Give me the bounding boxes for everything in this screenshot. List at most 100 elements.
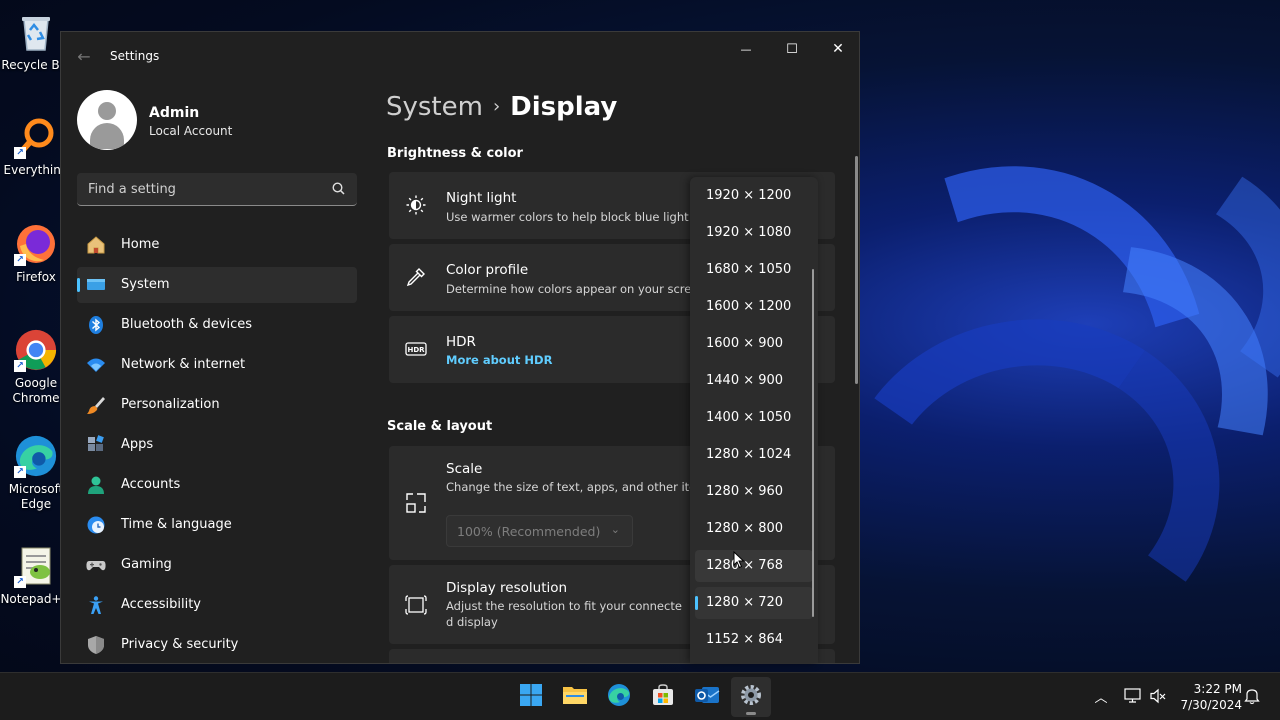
- taskbar-edge[interactable]: [599, 677, 639, 717]
- taskbar-clock[interactable]: 3:22 PM 7/30/2024: [1176, 681, 1242, 713]
- breadcrumb-parent[interactable]: System: [386, 92, 483, 122]
- section-title-scale-layout: Scale & layout: [387, 419, 493, 434]
- notepadpp-icon: ↗: [14, 544, 58, 588]
- chevron-down-icon: ⌄: [610, 523, 620, 536]
- sidebar-item-privacy-security[interactable]: Privacy & security: [77, 627, 357, 663]
- resolution-option-label: 1280 × 720: [706, 595, 784, 610]
- hdr-icon: HDR: [405, 338, 427, 360]
- sidebar-item-network[interactable]: Network & internet: [77, 347, 357, 383]
- eyedropper-icon: [405, 266, 427, 288]
- sidebar-item-personalization[interactable]: Personalization: [77, 387, 357, 423]
- resolution-option-label: 1600 × 1200: [706, 299, 792, 314]
- sidebar-item-label: Gaming: [121, 557, 172, 572]
- resolution-option[interactable]: 1280 × 960: [695, 476, 813, 508]
- sidebar-item-bluetooth[interactable]: Bluetooth & devices: [77, 307, 357, 343]
- sidebar-item-label: Time & language: [121, 517, 232, 532]
- sidebar-item-label: Apps: [121, 437, 154, 452]
- search-input[interactable]: Find a setting: [77, 173, 357, 206]
- close-button[interactable]: ✕: [815, 32, 859, 66]
- sidebar-item-accounts[interactable]: Accounts: [77, 467, 357, 503]
- title-bar[interactable]: ← Settings — ☐ ✕: [61, 32, 859, 80]
- scale-dropdown[interactable]: 100% (Recommended) ⌄: [446, 515, 633, 547]
- file-explorer-icon: [562, 684, 588, 710]
- gamepad-icon: [86, 555, 106, 575]
- scale-selected-value: 100% (Recommended): [457, 524, 601, 539]
- sidebar-item-label: System: [121, 277, 170, 292]
- mouse-cursor-icon: [733, 550, 745, 569]
- sidebar-item-apps[interactable]: Apps: [77, 427, 357, 463]
- home-icon: [86, 235, 106, 255]
- display-resolution-desc-line2: d display: [446, 615, 498, 629]
- resolution-option[interactable]: 1680 × 1050: [695, 254, 813, 286]
- resolution-option[interactable]: 1920 × 1080: [695, 217, 813, 249]
- sidebar-item-system[interactable]: System: [77, 267, 357, 303]
- resolution-option[interactable]: 1600 × 1200: [695, 291, 813, 323]
- resolution-option[interactable]: 1400 × 1050: [695, 402, 813, 434]
- content-scrollbar[interactable]: [855, 156, 858, 384]
- start-button[interactable]: [511, 677, 551, 717]
- resolution-option-selected[interactable]: 1280 × 720: [695, 587, 813, 619]
- time-language-icon: [86, 515, 106, 535]
- edge-icon: ↗: [14, 434, 58, 478]
- back-button[interactable]: ←: [73, 46, 95, 68]
- resolution-option[interactable]: 1920 × 1200: [695, 180, 813, 212]
- page-title: Display: [510, 92, 618, 122]
- resolution-option-label: 1920 × 1200: [706, 188, 792, 203]
- sidebar-item-home[interactable]: Home: [77, 227, 357, 263]
- breadcrumb-separator: ›: [492, 96, 501, 117]
- sidebar-item-label: Network & internet: [121, 357, 246, 372]
- resolution-option[interactable]: 1600 × 900: [695, 328, 813, 360]
- svg-text:HDR: HDR: [407, 346, 425, 354]
- taskbar-outlook[interactable]: [687, 677, 727, 717]
- resolution-option-label: 1280 × 1024: [706, 447, 792, 462]
- taskbar-settings[interactable]: [731, 677, 771, 717]
- search-icon: [331, 181, 347, 197]
- volume-muted-icon[interactable]: [1149, 687, 1167, 705]
- hdr-link[interactable]: More about HDR: [446, 353, 552, 367]
- store-icon: [651, 683, 675, 711]
- start-icon: [519, 683, 543, 711]
- maximize-button[interactable]: ☐: [769, 32, 815, 66]
- avatar: [77, 90, 137, 150]
- brush-icon: [86, 395, 106, 415]
- show-hidden-icons-button[interactable]: ︿: [1092, 687, 1110, 706]
- scale-title: Scale: [446, 461, 483, 477]
- minimize-icon: —: [740, 42, 752, 56]
- bluetooth-icon: [86, 315, 106, 335]
- sidebar-item-time-language[interactable]: Time & language: [77, 507, 357, 543]
- firefox-icon: ↗: [14, 222, 58, 266]
- taskbar-store[interactable]: [643, 677, 683, 717]
- notifications-bell-icon[interactable]: [1243, 687, 1261, 705]
- wifi-icon: [86, 355, 106, 375]
- resolution-option-label: 1920 × 1080: [706, 225, 792, 240]
- resolution-option[interactable]: 1280 × 800: [695, 513, 813, 545]
- resolution-option[interactable]: 1152 × 864: [695, 624, 813, 656]
- chevron-up-icon: ︿: [1094, 690, 1108, 706]
- resolution-option-label: 1280 × 800: [706, 521, 784, 536]
- resolution-option[interactable]: 1440 × 900: [695, 365, 813, 397]
- sidebar-item-accessibility[interactable]: Accessibility: [77, 587, 357, 623]
- resolution-option-hovered[interactable]: 1280 × 768: [695, 550, 813, 582]
- resolution-dropdown-list[interactable]: 1920 × 1200 1920 × 1080 1680 × 1050 1600…: [690, 177, 818, 663]
- recycle-bin-icon: [14, 10, 58, 54]
- edge-icon: [607, 683, 631, 711]
- chrome-icon: ↗: [14, 328, 58, 372]
- sun-icon: [405, 194, 427, 216]
- window-title: Settings: [110, 49, 160, 63]
- sidebar-nav: Home System Bluetooth & devices Network …: [77, 227, 357, 663]
- resolution-option[interactable]: 1280 × 1024: [695, 439, 813, 471]
- network-status-icon[interactable]: [1124, 687, 1142, 705]
- dropdown-scrollbar[interactable]: [812, 269, 814, 617]
- shield-icon: [86, 635, 106, 655]
- clock-time: 3:22 PM: [1193, 682, 1242, 696]
- clock-date: 7/30/2024: [1180, 698, 1242, 712]
- settings-icon: [739, 683, 763, 711]
- sidebar-item-label: Privacy & security: [121, 637, 239, 652]
- resolution-option-label: 1600 × 900: [706, 336, 784, 351]
- minimize-button[interactable]: —: [723, 32, 769, 66]
- sidebar-item-gaming[interactable]: Gaming: [77, 547, 357, 583]
- display-resolution-title: Display resolution: [446, 580, 568, 596]
- resolution-option-label: 1440 × 900: [706, 373, 784, 388]
- taskbar-file-explorer[interactable]: [555, 677, 595, 717]
- scale-desc: Change the size of text, apps, and other…: [446, 480, 714, 494]
